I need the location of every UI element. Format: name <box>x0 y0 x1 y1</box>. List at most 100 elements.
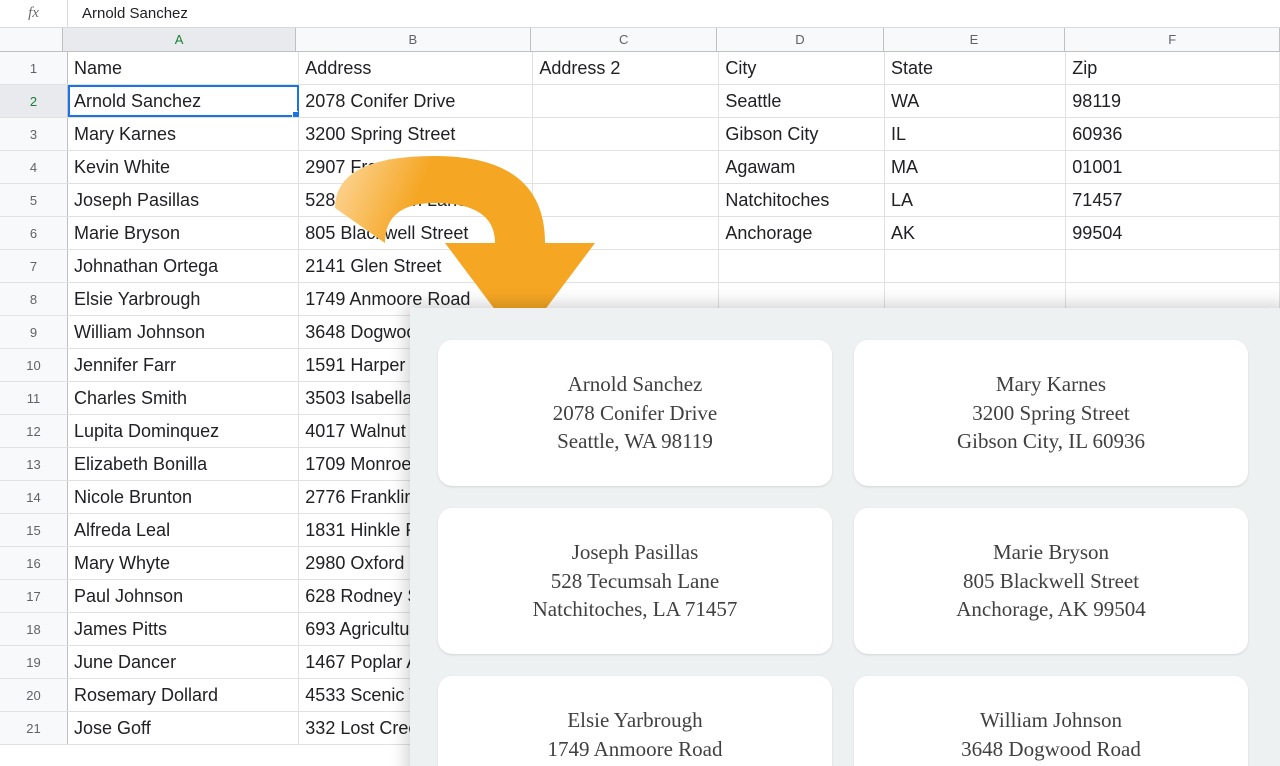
cell-name[interactable]: Elsie Yarbrough <box>68 283 299 315</box>
address-label: Joseph Pasillas528 Tecumsah LaneNatchito… <box>438 508 832 654</box>
cell-name[interactable]: Arnold Sanchez <box>68 85 299 117</box>
cell-address2[interactable] <box>533 250 719 282</box>
cell-city[interactable]: Agawam <box>719 151 885 183</box>
label-city: Natchitoches, LA 71457 <box>533 595 738 623</box>
row-header[interactable]: 2 <box>0 85 68 117</box>
cell-address[interactable]: 3200 Spring Street <box>299 118 533 150</box>
label-row: Elsie Yarbrough1749 Anmoore RoadNew York… <box>438 676 1270 766</box>
cell-zip[interactable]: 71457 <box>1066 184 1280 216</box>
row-header[interactable]: 18 <box>0 613 68 645</box>
cell-city[interactable] <box>719 250 885 282</box>
row-header[interactable]: 13 <box>0 448 68 480</box>
cell-state[interactable]: AK <box>885 217 1066 249</box>
cell-name[interactable]: Alfreda Leal <box>68 514 299 546</box>
row-header[interactable]: 11 <box>0 382 68 414</box>
cell-zip[interactable] <box>1066 250 1280 282</box>
cell-name[interactable]: Paul Johnson <box>68 580 299 612</box>
row-header[interactable]: 4 <box>0 151 68 183</box>
cell-state[interactable]: LA <box>885 184 1066 216</box>
address-label: Mary Karnes3200 Spring StreetGibson City… <box>854 340 1248 486</box>
cell-address[interactable]: 2078 Conifer Drive <box>299 85 533 117</box>
cell-name[interactable]: Joseph Pasillas <box>68 184 299 216</box>
col-header-e[interactable]: E <box>884 28 1066 51</box>
cell-name[interactable]: Kevin White <box>68 151 299 183</box>
cell-name[interactable]: Jose Goff <box>68 712 299 744</box>
cell-zip[interactable]: 99504 <box>1066 217 1280 249</box>
cell-address[interactable]: Address <box>299 52 533 84</box>
label-name: William Johnson <box>980 706 1122 734</box>
cell-name[interactable]: June Dancer <box>68 646 299 678</box>
col-header-c[interactable]: C <box>531 28 718 51</box>
cell-name[interactable]: Elizabeth Bonilla <box>68 448 299 480</box>
row-header[interactable]: 8 <box>0 283 68 315</box>
cell-state[interactable]: IL <box>885 118 1066 150</box>
cell-state[interactable]: State <box>885 52 1066 84</box>
cell-address2[interactable]: Address 2 <box>533 52 719 84</box>
col-header-b[interactable]: B <box>296 28 531 51</box>
row-header[interactable]: 9 <box>0 316 68 348</box>
cell-city[interactable]: City <box>719 52 885 84</box>
cell-address[interactable]: 2141 Glen Street <box>299 250 533 282</box>
cell-zip[interactable]: 60936 <box>1066 118 1280 150</box>
cell-city[interactable]: Seattle <box>719 85 885 117</box>
label-name: Arnold Sanchez <box>568 370 703 398</box>
label-street: 805 Blackwell Street <box>963 567 1139 595</box>
cell-name[interactable]: William Johnson <box>68 316 299 348</box>
cell-city[interactable]: Anchorage <box>719 217 885 249</box>
cell-address2[interactable] <box>533 217 719 249</box>
fx-icon[interactable]: fx <box>0 0 68 27</box>
row-header[interactable]: 3 <box>0 118 68 150</box>
cell-name[interactable]: Johnathan Ortega <box>68 250 299 282</box>
row-header[interactable]: 10 <box>0 349 68 381</box>
cell-address2[interactable] <box>533 85 719 117</box>
row-header[interactable]: 14 <box>0 481 68 513</box>
cell-address2[interactable] <box>533 118 719 150</box>
cell-address[interactable]: 2907 Frank Avenue <box>299 151 533 183</box>
cell-address2[interactable] <box>533 184 719 216</box>
row-header[interactable]: 19 <box>0 646 68 678</box>
row-header[interactable]: 20 <box>0 679 68 711</box>
cell-zip[interactable]: Zip <box>1066 52 1280 84</box>
label-name: Joseph Pasillas <box>572 538 699 566</box>
formula-bar: fx Arnold Sanchez <box>0 0 1280 28</box>
col-header-a[interactable]: A <box>63 28 295 51</box>
cell-name[interactable]: Lupita Dominquez <box>68 415 299 447</box>
cell-name[interactable]: James Pitts <box>68 613 299 645</box>
cell-state[interactable]: WA <box>885 85 1066 117</box>
cell-name[interactable]: Mary Whyte <box>68 547 299 579</box>
label-preview-panel: Arnold Sanchez2078 Conifer DriveSeattle,… <box>410 308 1280 766</box>
spreadsheet: A B C D E F 1NameAddressAddress 2CitySta… <box>0 28 1280 745</box>
select-all-corner[interactable] <box>0 28 63 52</box>
cell-name[interactable]: Marie Bryson <box>68 217 299 249</box>
cell-name[interactable]: Rosemary Dollard <box>68 679 299 711</box>
cell-name[interactable]: Jennifer Farr <box>68 349 299 381</box>
cell-address2[interactable] <box>533 151 719 183</box>
row-header[interactable]: 6 <box>0 217 68 249</box>
row-header[interactable]: 1 <box>0 52 68 84</box>
cell-name[interactable]: Name <box>68 52 299 84</box>
cell-state[interactable] <box>885 250 1066 282</box>
row-header[interactable]: 21 <box>0 712 68 744</box>
formula-input[interactable]: Arnold Sanchez <box>68 5 188 22</box>
cell-name[interactable]: Charles Smith <box>68 382 299 414</box>
cell-city[interactable]: Natchitoches <box>719 184 885 216</box>
row-header[interactable]: 12 <box>0 415 68 447</box>
address-label: William Johnson3648 Dogwood RoadPhoenix,… <box>854 676 1248 766</box>
cell-name[interactable]: Nicole Brunton <box>68 481 299 513</box>
row-header[interactable]: 5 <box>0 184 68 216</box>
col-header-d[interactable]: D <box>717 28 883 51</box>
row-header[interactable]: 15 <box>0 514 68 546</box>
cell-address[interactable]: 528 Tecumsah Lane <box>299 184 533 216</box>
table-row: 4Kevin White2907 Frank Avenue AgawamMA010… <box>0 151 1280 184</box>
row-header[interactable]: 7 <box>0 250 68 282</box>
cell-zip[interactable]: 01001 <box>1066 151 1280 183</box>
row-header[interactable]: 16 <box>0 547 68 579</box>
col-header-f[interactable]: F <box>1065 28 1280 51</box>
cell-city[interactable]: Gibson City <box>719 118 885 150</box>
address-label: Elsie Yarbrough1749 Anmoore RoadNew York… <box>438 676 832 766</box>
cell-state[interactable]: MA <box>885 151 1066 183</box>
row-header[interactable]: 17 <box>0 580 68 612</box>
cell-address[interactable]: 805 Blackwell Street <box>299 217 533 249</box>
cell-zip[interactable]: 98119 <box>1066 85 1280 117</box>
cell-name[interactable]: Mary Karnes <box>68 118 299 150</box>
